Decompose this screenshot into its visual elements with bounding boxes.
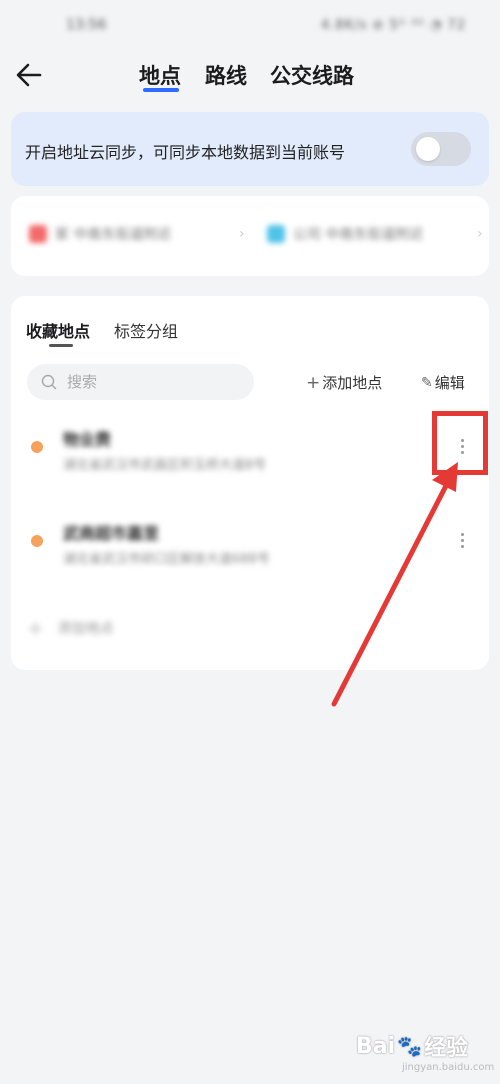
arrow-left-icon bbox=[16, 63, 42, 87]
add-place-button[interactable]: + 添加地点 bbox=[306, 372, 382, 393]
back-button[interactable] bbox=[12, 58, 46, 92]
toggle-knob bbox=[416, 137, 440, 161]
status-indicators: 4.8K/s ⊘ 5ᴳ ⁴ᴳ ◔ 72 bbox=[321, 17, 466, 33]
top-nav: 地点 路线 公交线路 bbox=[0, 50, 500, 100]
watermark-url: jingyan.baidu.com bbox=[402, 1062, 495, 1073]
tab-tag-groups[interactable]: 标签分组 bbox=[114, 318, 178, 342]
home-shortcut[interactable]: 家 中南东街道附近 bbox=[29, 224, 171, 244]
chevron-right-icon: › bbox=[477, 226, 483, 242]
place-address: 湖北省武汉市武昌区积玉桥大道8号 bbox=[63, 458, 267, 473]
chevron-right-icon: › bbox=[239, 226, 245, 242]
search-box[interactable] bbox=[27, 364, 254, 400]
pencil-icon: ✎ bbox=[421, 374, 433, 391]
search-input[interactable] bbox=[67, 364, 247, 400]
home-icon bbox=[29, 225, 47, 243]
company-shortcut[interactable]: 公司 中南东街道附近 bbox=[267, 224, 423, 244]
search-icon bbox=[41, 374, 57, 390]
edit-label: 编辑 bbox=[434, 374, 465, 392]
add-place-row-label: 添加地点 bbox=[57, 621, 114, 637]
place-marker-icon bbox=[31, 535, 43, 547]
paw-icon: 🐾 bbox=[397, 1034, 423, 1058]
home-shortcut-label: 家 中南东街道附近 bbox=[55, 227, 172, 243]
tab-bus-lines[interactable]: 公交线路 bbox=[270, 60, 354, 90]
watermark-brand-left: Bai bbox=[356, 1033, 396, 1059]
watermark-brand-right: 经验 bbox=[424, 1036, 469, 1061]
place-name: 武商超市嘉里 bbox=[63, 524, 160, 543]
place-address: 湖北省武汉市硚口区解放大道688号 bbox=[63, 552, 270, 567]
status-bar: 13:56 4.8K/s ⊘ 5ᴳ ⁴ᴳ ◔ 72 bbox=[0, 0, 500, 50]
active-subtab-indicator bbox=[49, 344, 73, 347]
plus-icon: + bbox=[27, 616, 44, 640]
place-row[interactable]: 武商超市嘉里 湖北省武汉市硚口区解放大道688号 bbox=[11, 508, 489, 590]
add-place-label: 添加地点 bbox=[322, 374, 383, 392]
watermark-logo: Bai 🐾 经验 bbox=[356, 1030, 468, 1062]
shortcut-card: 家 中南东街道附近 › 公司 中南东街道附近 › bbox=[11, 196, 489, 276]
plus-icon: + bbox=[306, 372, 321, 393]
place-name: 物业费 bbox=[63, 430, 112, 449]
briefcase-icon bbox=[267, 225, 285, 243]
tab-routes[interactable]: 路线 bbox=[205, 60, 247, 90]
edit-button[interactable]: ✎ 编辑 bbox=[421, 372, 465, 393]
tab-favorite-places[interactable]: 收藏地点 bbox=[26, 318, 90, 342]
status-time: 13:56 bbox=[66, 17, 107, 33]
active-tab-indicator bbox=[143, 88, 179, 92]
place-marker-icon bbox=[31, 441, 43, 453]
tab-places[interactable]: 地点 bbox=[139, 60, 181, 90]
place-row[interactable]: 物业费 湖北省武汉市武昌区积玉桥大道8号 bbox=[11, 414, 489, 496]
cloud-sync-text: 开启地址云同步，可同步本地数据到当前账号 bbox=[25, 143, 346, 162]
add-place-row[interactable]: + 添加地点 bbox=[27, 616, 114, 640]
company-shortcut-label: 公司 中南东街道附近 bbox=[293, 227, 424, 243]
highlight-box bbox=[432, 411, 488, 475]
favorites-card: 收藏地点 标签分组 + 添加地点 ✎ 编辑 物业费 湖北省武汉市武昌区积玉桥大道… bbox=[11, 296, 489, 670]
cloud-sync-toggle[interactable] bbox=[411, 132, 471, 166]
more-dots-icon bbox=[460, 532, 464, 536]
cloud-sync-banner: 开启地址云同步，可同步本地数据到当前账号 bbox=[11, 112, 489, 186]
more-options-button[interactable] bbox=[455, 524, 469, 556]
baidu-watermark: Bai 🐾 经验 jingyan.baidu.com bbox=[356, 1030, 495, 1074]
